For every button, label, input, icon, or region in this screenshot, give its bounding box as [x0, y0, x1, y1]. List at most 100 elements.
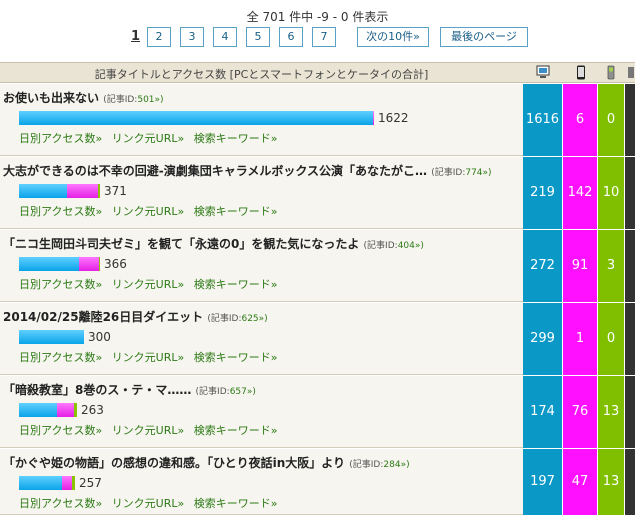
- article-title: 「暗殺教室」8巻のス・テ・マ……: [3, 383, 192, 397]
- header-title: 記事タイトルとアクセス数 [PCとスマートフォンとケータイの合計]: [94, 68, 429, 81]
- page-link-6[interactable]: 6: [279, 27, 303, 47]
- article-title-link[interactable]: 2014/02/25離陸26日目ダイエット (記事ID:625»): [3, 308, 268, 325]
- article-row: 「かぐや姫の物語」の感想の違和感。「ひとり夜話in大阪」より (記事ID:284…: [0, 449, 635, 515]
- smartphone-count: 76: [563, 376, 597, 448]
- article-row: 「ニコ生岡田斗司夫ゼミ」を観て「永遠の0」を観た気になったよ (記事ID:404…: [0, 230, 635, 302]
- access-bar: [19, 476, 75, 490]
- access-bar: [19, 184, 100, 198]
- mobile-count: 0: [598, 84, 624, 156]
- access-bar: [19, 330, 84, 344]
- bar-pc-segment: [19, 184, 67, 198]
- result-summary: 全 701 件中 -9 - 0 件表示: [246, 10, 389, 24]
- last-page-button[interactable]: 最後のページ: [440, 27, 528, 47]
- smartphone-icon: [577, 65, 585, 80]
- article-links: 日別アクセス数» リンク元URL» 検索キーワード»: [19, 130, 283, 146]
- daily-access-link[interactable]: 日別アクセス数»: [19, 424, 102, 437]
- article-id-link[interactable]: (記事ID:774»): [431, 168, 491, 178]
- page-link-7[interactable]: 7: [312, 27, 336, 47]
- pc-count: 174: [523, 376, 562, 448]
- mobile-count: 10: [598, 157, 624, 229]
- referrer-url-link[interactable]: リンク元URL»: [112, 205, 185, 218]
- article-id-link[interactable]: (記事ID:501»): [103, 95, 163, 105]
- pagination: 1 2 3 4 5 6 7 次の10件» 最後のページ: [0, 27, 635, 49]
- total-count: 300: [88, 330, 111, 344]
- article-links: 日別アクセス数» リンク元URL» 検索キーワード»: [19, 349, 283, 365]
- table-header: 記事タイトルとアクセス数 [PCとスマートフォンとケータイの合計]: [0, 62, 635, 83]
- referrer-url-link[interactable]: リンク元URL»: [112, 351, 185, 364]
- access-bar: [19, 403, 77, 417]
- bar-mobile-segment: [99, 257, 100, 271]
- smartphone-count: 6: [563, 84, 597, 156]
- other-device-icon: [628, 67, 634, 78]
- total-count: 263: [81, 403, 104, 417]
- search-keyword-link[interactable]: 検索キーワード»: [194, 278, 278, 291]
- page-current: 1: [131, 29, 141, 44]
- article-title-link[interactable]: 大志ができるのは不幸の回避-演劇集団キャラメルボックス公演「あなたがこ… (記事…: [3, 162, 492, 179]
- article-row: 「暗殺教室」8巻のス・テ・マ…… (記事ID:657») 263 日別アクセス数…: [0, 376, 635, 448]
- mobile-count: 3: [598, 230, 624, 302]
- pc-count: 299: [523, 303, 562, 375]
- article-title-link[interactable]: 「暗殺教室」8巻のス・テ・マ…… (記事ID:657»): [3, 381, 256, 398]
- article-links: 日別アクセス数» リンク元URL» 検索キーワード»: [19, 422, 283, 438]
- page-link-3[interactable]: 3: [180, 27, 204, 47]
- other-count: [625, 230, 635, 302]
- other-count: [625, 157, 635, 229]
- referrer-url-link[interactable]: リンク元URL»: [112, 497, 185, 510]
- pc-monitor-icon: [536, 65, 550, 78]
- other-count: [625, 84, 635, 156]
- article-id-link[interactable]: (記事ID:284»): [349, 460, 409, 470]
- article-title-link[interactable]: お使いも出来ない (記事ID:501»): [3, 89, 164, 106]
- article-id-link[interactable]: (記事ID:404»): [364, 241, 424, 251]
- article-links: 日別アクセス数» リンク元URL» 検索キーワード»: [19, 495, 283, 511]
- page-link-4[interactable]: 4: [213, 27, 237, 47]
- article-row: 大志ができるのは不幸の回避-演劇集団キャラメルボックス公演「あなたがこ… (記事…: [0, 157, 635, 229]
- article-title: お使いも出来ない: [3, 91, 100, 105]
- bar-smartphone-segment: [373, 111, 374, 125]
- daily-access-link[interactable]: 日別アクセス数»: [19, 278, 102, 291]
- search-keyword-link[interactable]: 検索キーワード»: [194, 497, 278, 510]
- pc-count: 1616: [523, 84, 562, 156]
- daily-access-link[interactable]: 日別アクセス数»: [19, 205, 102, 218]
- feature-phone-icon: [607, 65, 615, 80]
- access-bar: [19, 257, 100, 271]
- article-id-link[interactable]: (記事ID:657»): [196, 387, 256, 397]
- total-count: 366: [104, 257, 127, 271]
- article-row: お使いも出来ない (記事ID:501») 1622 日別アクセス数» リンク元U…: [0, 84, 635, 156]
- bar-smartphone-segment: [57, 403, 74, 417]
- total-count: 371: [104, 184, 127, 198]
- daily-access-link[interactable]: 日別アクセス数»: [19, 497, 102, 510]
- daily-access-link[interactable]: 日別アクセス数»: [19, 132, 102, 145]
- article-links: 日別アクセス数» リンク元URL» 検索キーワード»: [19, 276, 283, 292]
- bar-smartphone-segment: [79, 257, 99, 271]
- next-10-button[interactable]: 次の10件»: [357, 27, 429, 47]
- pc-count: 219: [523, 157, 562, 229]
- daily-access-link[interactable]: 日別アクセス数»: [19, 351, 102, 364]
- bar-pc-segment: [19, 257, 79, 271]
- article-cell: 大志ができるのは不幸の回避-演劇集団キャラメルボックス公演「あなたがこ… (記事…: [0, 157, 523, 229]
- bar-smartphone-segment: [67, 184, 98, 198]
- article-title-link[interactable]: 「ニコ生岡田斗司夫ゼミ」を観て「永遠の0」を観た気になったよ (記事ID:404…: [3, 235, 424, 252]
- article-cell: 「かぐや姫の物語」の感想の違和感。「ひとり夜話in大阪」より (記事ID:284…: [0, 449, 523, 515]
- other-count: [625, 376, 635, 448]
- bar-pc-segment: [19, 403, 57, 417]
- search-keyword-link[interactable]: 検索キーワード»: [194, 132, 278, 145]
- search-keyword-link[interactable]: 検索キーワード»: [194, 424, 278, 437]
- pc-count: 197: [523, 449, 562, 515]
- referrer-url-link[interactable]: リンク元URL»: [112, 424, 185, 437]
- article-links: 日別アクセス数» リンク元URL» 検索キーワード»: [19, 203, 283, 219]
- search-keyword-link[interactable]: 検索キーワード»: [194, 205, 278, 218]
- page-link-5[interactable]: 5: [246, 27, 270, 47]
- search-keyword-link[interactable]: 検索キーワード»: [194, 351, 278, 364]
- article-title-link[interactable]: 「かぐや姫の物語」の感想の違和感。「ひとり夜話in大阪」より (記事ID:284…: [3, 454, 410, 471]
- other-count: [625, 449, 635, 515]
- mobile-count: 0: [598, 303, 624, 375]
- other-count: [625, 303, 635, 375]
- page-link-2[interactable]: 2: [147, 27, 171, 47]
- article-cell: 2014/02/25離陸26日目ダイエット (記事ID:625») 300 日別…: [0, 303, 523, 375]
- bar-pc-segment: [19, 330, 84, 344]
- article-title: 「かぐや姫の物語」の感想の違和感。「ひとり夜話in大阪」より: [3, 456, 346, 470]
- referrer-url-link[interactable]: リンク元URL»: [112, 132, 185, 145]
- smartphone-count: 91: [563, 230, 597, 302]
- article-id-link[interactable]: (記事ID:625»): [207, 314, 267, 324]
- referrer-url-link[interactable]: リンク元URL»: [112, 278, 185, 291]
